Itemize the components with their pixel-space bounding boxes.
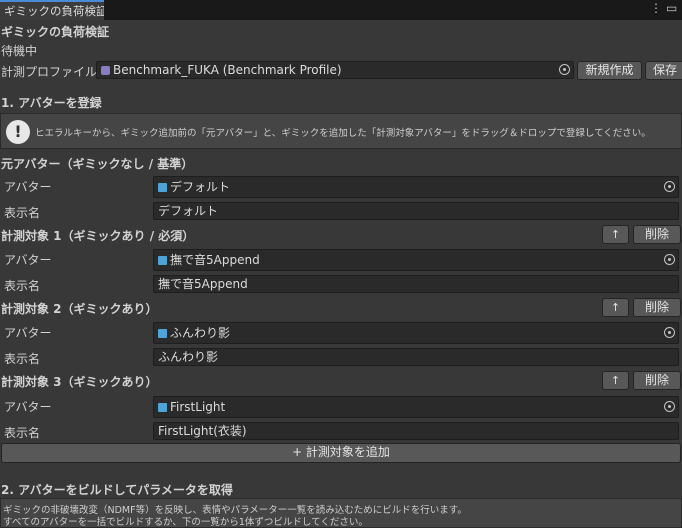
- target3-move-up-button[interactable]: ↑: [602, 371, 629, 390]
- object-picker-icon[interactable]: [664, 401, 675, 412]
- avatar-cube-icon: [158, 256, 167, 265]
- profile-field[interactable]: Benchmark_FUKA (Benchmark Profile): [96, 61, 574, 79]
- target3-display-name-input[interactable]: FirstLight(衣装): [153, 422, 679, 440]
- avatar-label: アバター: [4, 253, 52, 267]
- avatar-cube-icon: [158, 403, 167, 412]
- arrow-up-icon: ↑: [610, 301, 621, 314]
- target1-display-name-input[interactable]: 撫で音5Append: [153, 275, 679, 293]
- target1-avatar-value: 撫で音5Append: [170, 253, 260, 267]
- target2-remove-button[interactable]: 削除: [633, 298, 681, 317]
- base-avatar-header: 元アバター（ギミックなし / 基準）: [1, 157, 194, 171]
- display-name-label: 表示名: [4, 352, 41, 366]
- target2-display-name-input[interactable]: ふんわり影: [153, 348, 679, 366]
- profile-value: Benchmark_FUKA (Benchmark Profile): [113, 63, 342, 77]
- profile-asset-icon: [101, 66, 110, 75]
- target3-avatar-value: FirstLight: [170, 400, 226, 414]
- profile-label: 計測プロファイル: [1, 65, 98, 79]
- build-help-line2: すべてのアバターを一括でビルドするか、下の一覧から1体ずつビルドしてください。: [3, 517, 368, 528]
- target2-avatar-value: ふんわり影: [170, 326, 231, 340]
- base-avatar-field[interactable]: デフォルト: [153, 176, 679, 198]
- target1-avatar-field[interactable]: 撫で音5Append: [153, 249, 679, 271]
- display-name-label: 表示名: [4, 426, 41, 440]
- new-profile-button[interactable]: 新規作成: [577, 61, 642, 80]
- warning-icon: !: [6, 120, 30, 144]
- avatar-label: アバター: [4, 400, 52, 414]
- object-picker-icon[interactable]: [664, 327, 675, 338]
- base-display-name-input[interactable]: デフォルト: [153, 202, 679, 220]
- object-picker-icon[interactable]: [664, 254, 675, 265]
- target3-remove-button[interactable]: 削除: [633, 371, 681, 390]
- save-profile-button[interactable]: 保存: [645, 61, 682, 80]
- display-name-label: 表示名: [4, 206, 41, 220]
- object-picker-icon[interactable]: [559, 64, 570, 75]
- page-title: ギミックの負荷検証: [1, 25, 110, 39]
- avatar-cube-icon: [158, 183, 167, 192]
- target3-header: 計測対象 3（ギミックあり）: [1, 375, 158, 389]
- target3-avatar-field[interactable]: FirstLight: [153, 396, 679, 418]
- maximize-icon[interactable]: ▭: [666, 1, 677, 15]
- target1-header: 計測対象 1（ギミックあり / 必須）: [1, 229, 195, 243]
- section1-title: 1. アバターを登録: [1, 96, 102, 110]
- base-avatar-value: デフォルト: [170, 180, 231, 194]
- target1-move-up-button[interactable]: ↑: [602, 225, 629, 244]
- window-tab-bar: ギミックの負荷検証 ⋮ ▭: [0, 0, 682, 20]
- object-picker-icon[interactable]: [664, 181, 675, 192]
- build-help-box: ギミックの非破壊改変（NDMF等）を反映し、表情やパラメーター一覧を読み込むため…: [0, 498, 682, 528]
- avatar-cube-icon: [158, 329, 167, 338]
- status-text: 待機中: [1, 44, 38, 58]
- section2-title: 2. アバターをビルドしてパラメータを取得: [1, 483, 233, 497]
- avatar-label: アバター: [4, 326, 52, 340]
- target1-remove-button[interactable]: 削除: [633, 225, 681, 244]
- help-text: ヒエラルキーから、ギミック追加前の「元アバター」と、ギミックを追加した「計測対象…: [35, 128, 651, 139]
- kebab-menu-icon[interactable]: ⋮: [650, 1, 662, 15]
- arrow-up-icon: ↑: [610, 228, 621, 241]
- avatar-label: アバター: [4, 180, 52, 194]
- target2-move-up-button[interactable]: ↑: [602, 298, 629, 317]
- target2-avatar-field[interactable]: ふんわり影: [153, 322, 679, 344]
- window-tab[interactable]: ギミックの負荷検証: [0, 0, 104, 20]
- help-box: ! ヒエラルキーから、ギミック追加前の「元アバター」と、ギミックを追加した「計測…: [0, 113, 682, 149]
- display-name-label: 表示名: [4, 279, 41, 293]
- add-target-button[interactable]: + 計測対象を追加: [1, 443, 681, 463]
- arrow-up-icon: ↑: [610, 374, 621, 387]
- target2-header: 計測対象 2（ギミックあり）: [1, 302, 158, 316]
